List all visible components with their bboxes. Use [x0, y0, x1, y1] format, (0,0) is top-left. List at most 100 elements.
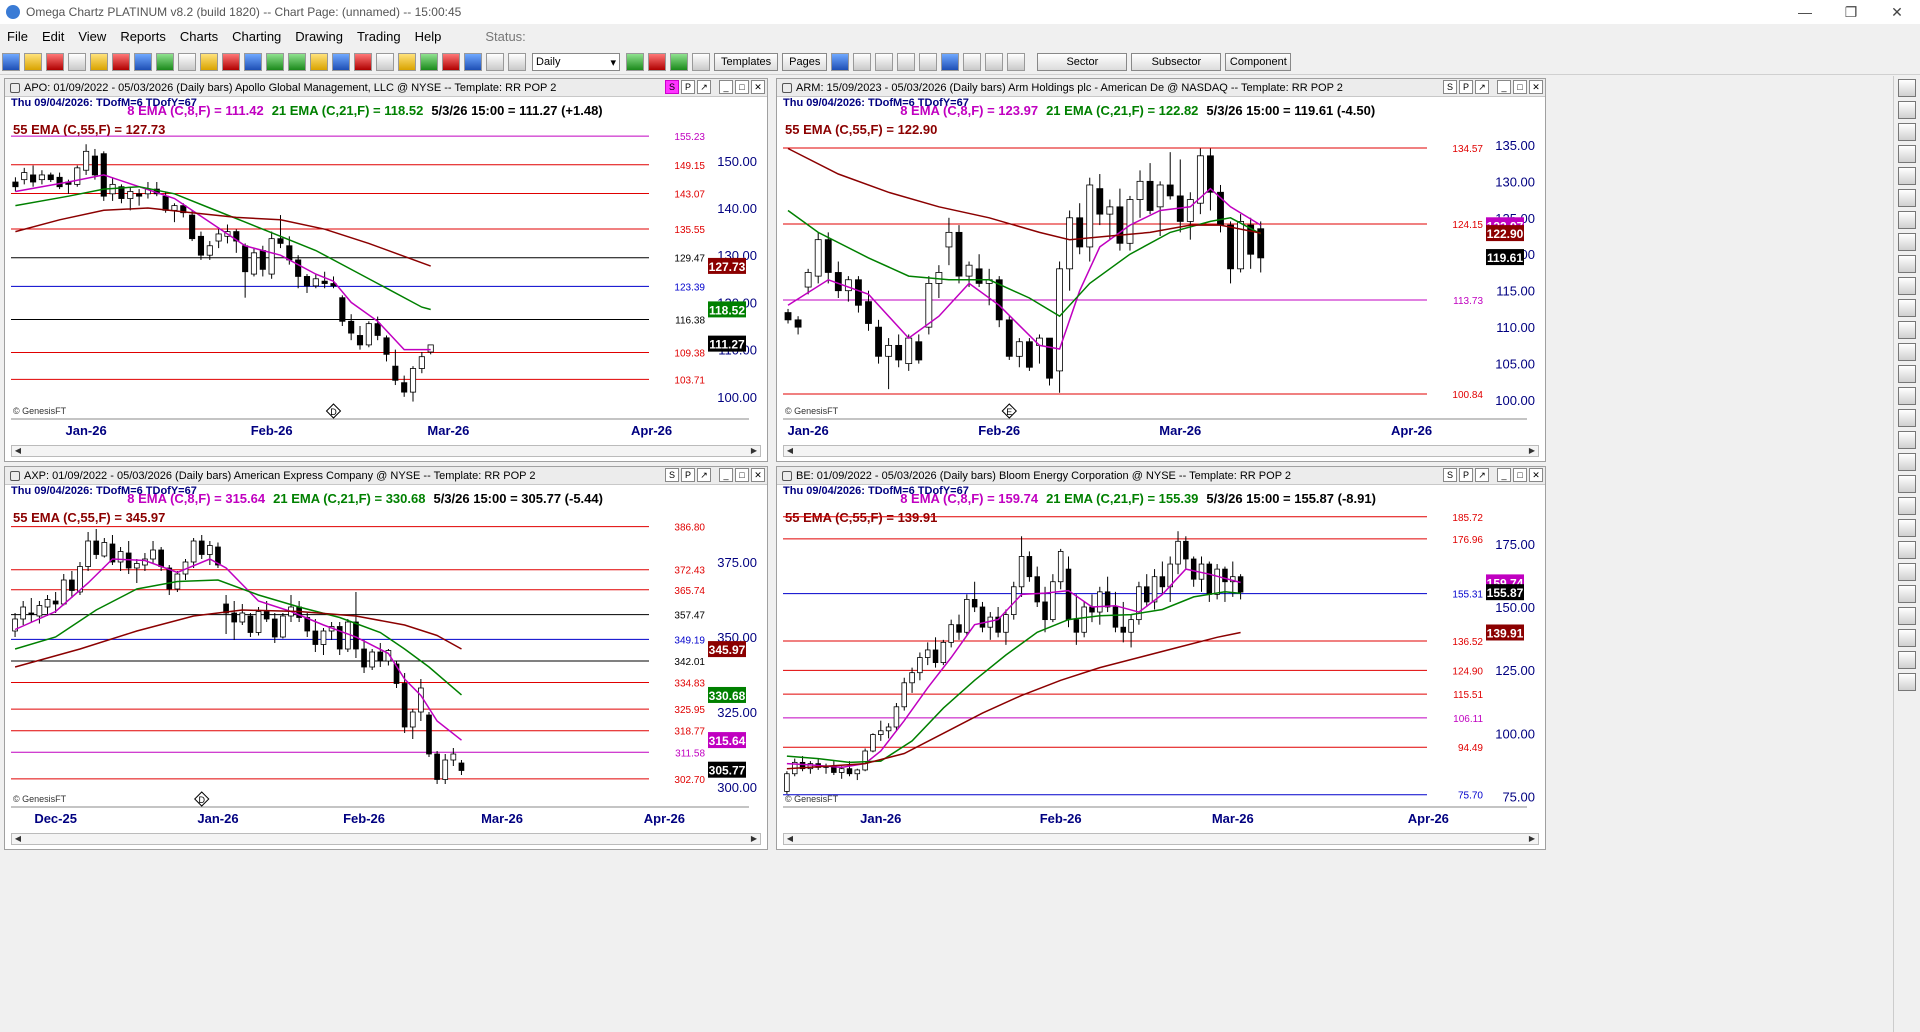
- close-button[interactable]: ✕: [1874, 0, 1920, 24]
- speed-line-icon[interactable]: [1898, 519, 1916, 537]
- scroll-right-icon[interactable]: ▶: [748, 446, 760, 456]
- candle-icon[interactable]: [376, 53, 394, 71]
- cursor-tool-icon[interactable]: [1898, 79, 1916, 97]
- lock-icon[interactable]: [1898, 585, 1916, 603]
- snapshot-icon[interactable]: [1898, 673, 1916, 691]
- hide-icon[interactable]: [1898, 607, 1916, 625]
- ray-icon[interactable]: [1898, 299, 1916, 317]
- trade-icon[interactable]: [266, 53, 284, 71]
- news-icon[interactable]: [200, 53, 218, 71]
- hand-icon[interactable]: [941, 53, 960, 71]
- cycle-icon[interactable]: [1898, 453, 1916, 471]
- period-select[interactable]: Daily ▾: [532, 53, 620, 71]
- zoom-out-icon[interactable]: [1898, 123, 1916, 141]
- brush-icon[interactable]: [1898, 145, 1916, 163]
- question-icon[interactable]: [963, 53, 982, 71]
- vertical-line-icon[interactable]: [1898, 277, 1916, 295]
- magnet-icon[interactable]: [1898, 167, 1916, 185]
- scroll-left-icon[interactable]: ◀: [784, 446, 796, 456]
- menu-help[interactable]: Help: [408, 29, 449, 44]
- bar-chart-icon[interactable]: [626, 53, 644, 71]
- indicator-icon[interactable]: [46, 53, 64, 71]
- scroll-left-icon[interactable]: ◀: [12, 834, 24, 844]
- bar-style-icon[interactable]: [354, 53, 372, 71]
- menu-edit[interactable]: Edit: [35, 29, 71, 44]
- crosshair-icon[interactable]: [1007, 53, 1026, 71]
- menu-drawing[interactable]: Drawing: [288, 29, 350, 44]
- pitchfork-icon[interactable]: [1898, 431, 1916, 449]
- settings-icon[interactable]: [1898, 651, 1916, 669]
- clock-icon[interactable]: [332, 53, 350, 71]
- menu-trading[interactable]: Trading: [350, 29, 408, 44]
- cascade-icon[interactable]: [897, 53, 916, 71]
- scan-icon[interactable]: [90, 53, 108, 71]
- menu-charting[interactable]: Charting: [225, 29, 288, 44]
- horizontal-scrollbar[interactable]: ◀ ▶: [11, 833, 761, 845]
- grid-icon[interactable]: [156, 53, 174, 71]
- alert-icon[interactable]: [112, 53, 130, 71]
- price-chart[interactable]: 8 EMA (C,8,F) = 315.64 21 EMA (C,21,F) = …: [5, 467, 768, 850]
- menu-file[interactable]: File: [0, 29, 35, 44]
- chart-panel-be[interactable]: BE: 01/09/2022 - 05/03/2026 (Daily bars)…: [776, 466, 1546, 850]
- chart-panel-axp[interactable]: AXP: 01/09/2022 - 05/03/2026 (Daily bars…: [4, 466, 768, 850]
- ohlc-icon[interactable]: [670, 53, 688, 71]
- zoom-in-icon[interactable]: [1898, 101, 1916, 119]
- chart-panel-apo[interactable]: APO: 01/09/2022 - 05/03/2026 (Daily bars…: [4, 78, 768, 462]
- tile-horizontal-icon[interactable]: [853, 53, 872, 71]
- pencil-icon[interactable]: [222, 53, 240, 71]
- copy-icon[interactable]: [1898, 629, 1916, 647]
- rectangle-tool-icon[interactable]: [1898, 365, 1916, 383]
- gann-icon[interactable]: [1898, 409, 1916, 427]
- minimize-button[interactable]: —: [1782, 0, 1828, 24]
- scroll-right-icon[interactable]: ▶: [1526, 446, 1538, 456]
- line-chart-icon[interactable]: [648, 53, 666, 71]
- andrews-icon[interactable]: [1898, 541, 1916, 559]
- horizontal-scrollbar[interactable]: ◀ ▶: [783, 445, 1539, 457]
- ellipse-tool-icon[interactable]: [1898, 387, 1916, 405]
- green-arrow-icon[interactable]: [288, 53, 306, 71]
- scroll-left-icon[interactable]: ◀: [12, 446, 24, 456]
- menu-charts[interactable]: Charts: [173, 29, 225, 44]
- horizontal-scrollbar[interactable]: ◀ ▶: [783, 833, 1539, 845]
- refresh-icon[interactable]: [831, 53, 850, 71]
- trendline-icon[interactable]: [1898, 189, 1916, 207]
- arrow-tool-icon[interactable]: [1898, 321, 1916, 339]
- horizontal-scrollbar[interactable]: ◀ ▶: [11, 445, 761, 457]
- sector-button[interactable]: Sector: [1037, 53, 1128, 71]
- tile-icon[interactable]: [420, 53, 438, 71]
- pages-button[interactable]: Pages: [782, 53, 828, 71]
- zoom-icon[interactable]: [134, 53, 152, 71]
- color-icon[interactable]: [398, 53, 416, 71]
- price-chart[interactable]: 8 EMA (C,8,F) = 159.74 21 EMA (C,21,F) = …: [777, 467, 1546, 850]
- fibonacci-icon[interactable]: [1898, 233, 1916, 251]
- restore-button[interactable]: ❐: [1828, 0, 1874, 24]
- text-tool-icon[interactable]: [508, 53, 526, 71]
- ruler-icon[interactable]: [310, 53, 328, 71]
- stop-icon[interactable]: [442, 53, 460, 71]
- measure-icon[interactable]: [1898, 497, 1916, 515]
- tile-vertical-icon[interactable]: [875, 53, 894, 71]
- chart-type-icon[interactable]: [24, 53, 42, 71]
- regression-icon[interactable]: [1898, 475, 1916, 493]
- subsector-button[interactable]: Subsector: [1131, 53, 1222, 71]
- templates-button[interactable]: Templates: [714, 53, 779, 71]
- text-note-icon[interactable]: [1898, 343, 1916, 361]
- price-chart[interactable]: 8 EMA (C,8,F) = 123.97 21 EMA (C,21,F) = …: [777, 79, 1546, 462]
- compare-icon[interactable]: [692, 53, 710, 71]
- channel-icon[interactable]: [1898, 211, 1916, 229]
- horizontal-line-icon[interactable]: [1898, 255, 1916, 273]
- print-icon[interactable]: [68, 53, 86, 71]
- scroll-right-icon[interactable]: ▶: [1526, 834, 1538, 844]
- price-chart[interactable]: 8 EMA (C,8,F) = 111.42 21 EMA (C,21,F) = …: [5, 79, 768, 462]
- open-chart-icon[interactable]: [2, 53, 20, 71]
- cursor-icon[interactable]: [985, 53, 1004, 71]
- menu-view[interactable]: View: [71, 29, 113, 44]
- magnify-icon[interactable]: [464, 53, 482, 71]
- menu-reports[interactable]: Reports: [113, 29, 173, 44]
- window-grid-icon[interactable]: [919, 53, 938, 71]
- scroll-right-icon[interactable]: ▶: [748, 834, 760, 844]
- table-icon[interactable]: [178, 53, 196, 71]
- component-button[interactable]: Component: [1225, 53, 1292, 71]
- erase-icon[interactable]: [1898, 563, 1916, 581]
- layout-icon[interactable]: [244, 53, 262, 71]
